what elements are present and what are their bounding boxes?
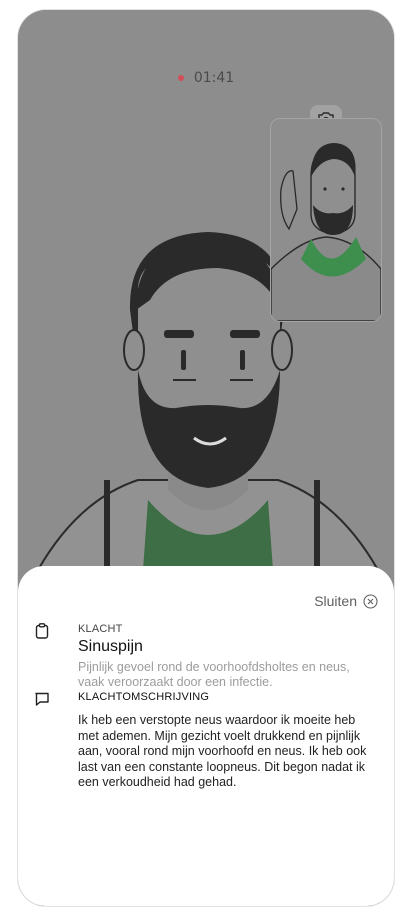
close-circle-icon <box>363 593 378 609</box>
chat-bubble-icon <box>35 692 49 706</box>
complaint-description-text: Ik heb een verstopte neus waardoor ik mo… <box>78 713 367 789</box>
video-call-screen: 01:41 Sluiten KLACHT Sinuspijn Pijnlijk … <box>18 10 394 906</box>
self-view-video[interactable] <box>270 118 382 322</box>
complaint-description: Pijnlijk gevoel rond de voorhoofdsholtes… <box>78 660 350 689</box>
complaint-description-section: KLACHTOMSCHRIJVING Ik heb een verstopte … <box>34 691 376 791</box>
complaint-overline: KLACHT <box>78 623 123 635</box>
complaint-section: KLACHT Sinuspijn Pijnlijk gevoel rond de… <box>34 623 376 690</box>
complaint-bottom-sheet: Sluiten KLACHT Sinuspijn Pijnlijk gevoel… <box>18 566 394 906</box>
self-view-illustration <box>271 119 381 321</box>
complaint-title: Sinuspijn <box>78 638 143 655</box>
call-timer-value: 01:41 <box>193 70 235 86</box>
record-dot-icon <box>177 75 184 81</box>
complaint-description-overline: KLACHTOMSCHRIJVING <box>78 691 210 703</box>
call-timer: 01:41 <box>18 70 394 86</box>
clipboard-icon <box>35 623 49 639</box>
close-button-label: Sluiten <box>314 593 357 609</box>
close-button[interactable]: Sluiten <box>314 593 378 609</box>
